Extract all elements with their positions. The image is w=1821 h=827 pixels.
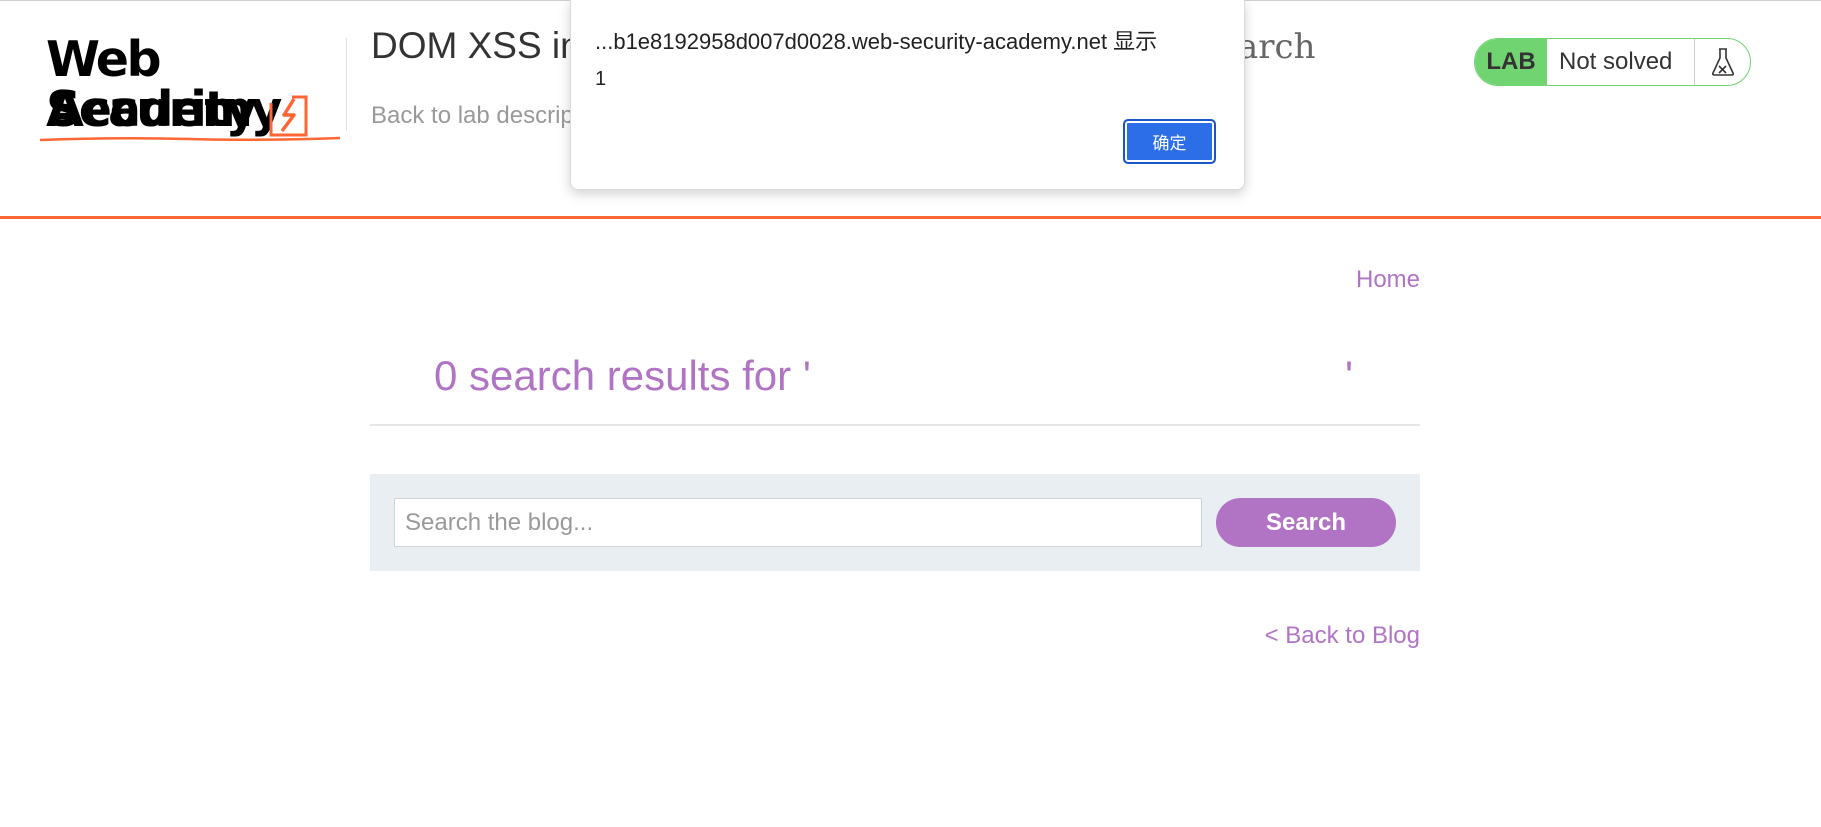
logo-underline-icon <box>40 136 340 142</box>
lab-badge-label: LAB <box>1475 39 1547 85</box>
search-button[interactable]: Search <box>1216 498 1396 547</box>
header-divider <box>346 38 347 131</box>
search-input[interactable] <box>394 498 1202 547</box>
lab-title: DOM XSS in <box>371 25 581 66</box>
web-security-academy-logo[interactable]: Web Security Academy <box>40 35 350 145</box>
search-results-heading-end: ' <box>1345 352 1354 399</box>
heading-divider <box>370 424 1420 426</box>
back-to-blog-link[interactable]: < Back to Blog <box>1230 622 1420 650</box>
logo-text-line2: Academy <box>46 81 282 138</box>
alert-origin-text: ...b1e8192958d007d0028.web-security-acad… <box>595 29 1158 54</box>
alert-message: 1 <box>595 68 607 90</box>
logo-bolt-icon <box>269 95 308 137</box>
lab-status-text: Not solved <box>1547 39 1695 85</box>
search-panel: Search <box>370 474 1420 571</box>
lab-title-tail: arch <box>1238 27 1316 67</box>
lab-status-badge: LAB Not solved <box>1474 38 1751 86</box>
search-results-heading: 0 search results for ' <box>434 352 811 399</box>
home-link[interactable]: Home <box>1356 266 1420 294</box>
alert-dialog: ...b1e8192958d007d0028.web-security-acad… <box>570 0 1245 190</box>
flask-icon <box>1695 39 1750 85</box>
back-to-lab-description-link[interactable]: Back to lab descrip <box>371 102 574 130</box>
alert-ok-button[interactable]: 确定 <box>1123 119 1216 164</box>
